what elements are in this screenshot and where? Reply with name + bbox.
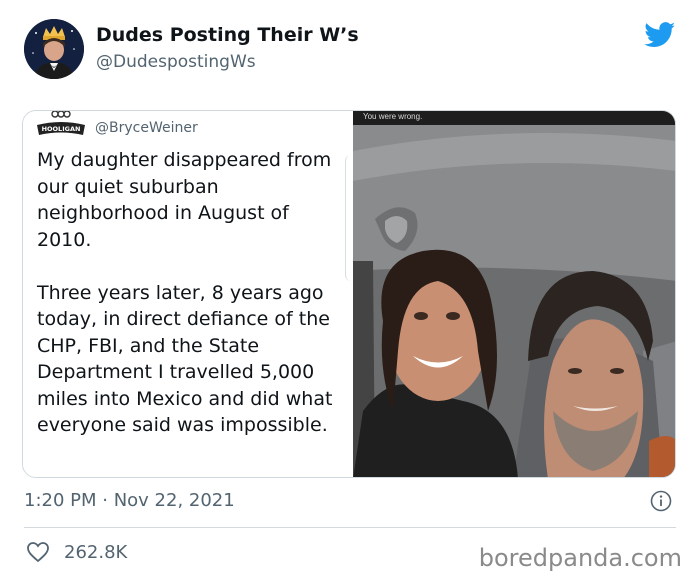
heart-icon[interactable] bbox=[26, 541, 50, 563]
action-divider bbox=[24, 527, 676, 528]
hooligan-logo-icon: HOOLIGAN bbox=[37, 111, 85, 135]
avatar[interactable] bbox=[24, 19, 84, 79]
quoted-tweet-screenshot: HOOLIGAN @BryceWeiner My daughter disapp… bbox=[23, 111, 353, 477]
boredpanda-watermark: boredpanda.com bbox=[478, 544, 682, 572]
avatar-crowned-man-icon bbox=[24, 19, 84, 79]
author-display-name[interactable]: Dudes Posting Their W’s bbox=[96, 24, 359, 46]
quoted-tweet-text: My daughter disappeared from our quiet s… bbox=[37, 149, 333, 436]
selfie-photo[interactable]: You were wrong. bbox=[353, 111, 675, 477]
car-selfie-image bbox=[353, 111, 675, 477]
author-handle[interactable]: @DudespostingWs bbox=[96, 52, 256, 72]
quoted-tweet-handle: @BryceWeiner bbox=[95, 120, 198, 136]
embedded-card-edge bbox=[345, 155, 353, 281]
photo-caption: You were wrong. bbox=[363, 112, 423, 121]
tweet-header: Dudes Posting Their W’s @DudespostingWs bbox=[0, 0, 700, 100]
like-count: 262.8K bbox=[64, 542, 128, 563]
info-icon[interactable] bbox=[650, 490, 672, 512]
twitter-bird-icon[interactable] bbox=[644, 22, 676, 48]
quoted-media-card[interactable]: HOOLIGAN @BryceWeiner My daughter disapp… bbox=[22, 110, 676, 478]
svg-text:HOOLIGAN: HOOLIGAN bbox=[42, 125, 81, 133]
tweet-timestamp[interactable]: 1:20 PM · Nov 22, 2021 bbox=[24, 490, 235, 511]
